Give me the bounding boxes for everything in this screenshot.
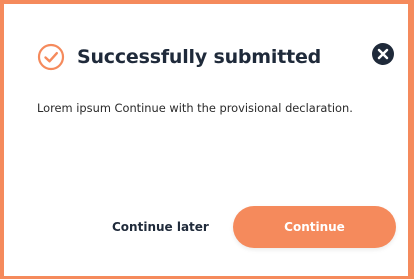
dialog-message: Lorem ipsum Continue with the provisiona… bbox=[37, 101, 353, 115]
continue-later-button[interactable]: Continue later bbox=[112, 214, 209, 240]
dialog-header: Successfully submitted bbox=[37, 40, 321, 74]
dialog-title: Successfully submitted bbox=[77, 46, 322, 68]
success-dialog: Successfully submitted Lorem ipsum Conti… bbox=[0, 0, 414, 279]
check-circle-icon bbox=[37, 43, 65, 71]
close-button[interactable] bbox=[371, 42, 395, 66]
continue-button[interactable]: Continue bbox=[233, 206, 396, 248]
close-circle-icon bbox=[371, 43, 395, 70]
